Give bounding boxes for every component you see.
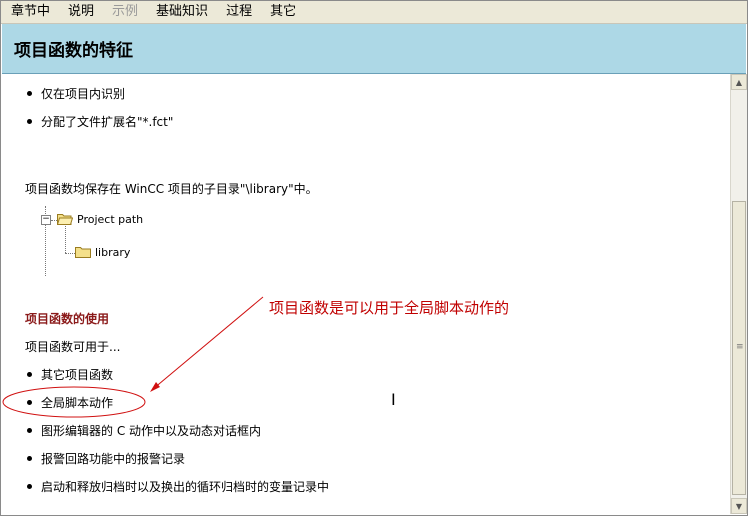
scroll-down-button[interactable]: ▼ (731, 498, 747, 514)
highlight-ellipse (2, 386, 146, 418)
annotation-overlay (2, 296, 264, 418)
grip-icon: ≡ (736, 342, 744, 352)
annotation-arrow (152, 296, 264, 390)
help-window: 章节中 说明 示例 基础知识 过程 其它 项目函数的特征 仅在项目内识别 分配了… (0, 0, 748, 516)
scroll-up-button[interactable]: ▲ (731, 74, 747, 90)
arrow-head-icon (150, 382, 160, 392)
vertical-scrollbar[interactable]: ▲ ≡ ▼ (730, 74, 747, 514)
scroll-thumb[interactable]: ≡ (732, 201, 746, 495)
text-cursor-icon: I (391, 390, 396, 409)
annotation-text: 项目函数是可以用于全局脚本动作的 (269, 299, 510, 317)
